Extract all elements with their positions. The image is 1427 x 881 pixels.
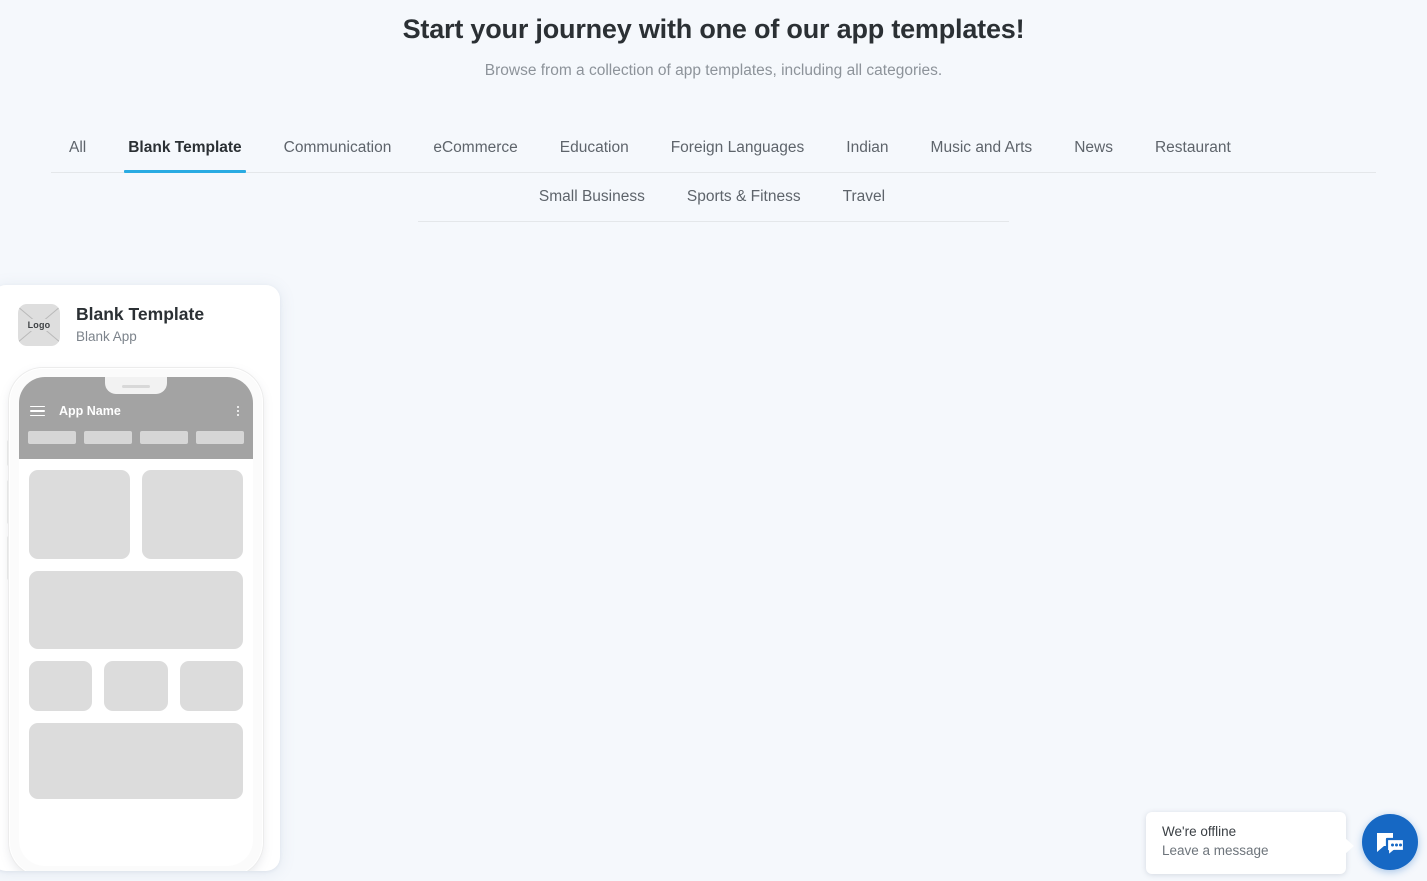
preview-block-row [29,661,243,711]
preview-app-name: App Name [59,404,121,418]
preview-tab-item [28,431,76,444]
tab-news[interactable]: News [1074,124,1113,172]
tab-travel[interactable]: Travel [843,173,886,221]
template-card-titles: Blank Template Blank App [76,303,204,346]
phone-notch [105,377,167,394]
preview-app-bar: App Name [19,377,253,459]
chat-launcher-button[interactable] [1362,814,1418,870]
tab-indian[interactable]: Indian [846,124,888,172]
preview-tab-item [84,431,132,444]
preview-placeholder-block [142,470,243,559]
chat-prompt-text: Leave a message [1162,843,1269,858]
category-tabs-row-1: All Blank Template Communication eCommer… [51,124,1376,173]
template-card-area: Logo Blank Template Blank App App Name [0,285,280,871]
preview-placeholder-block [179,661,243,711]
preview-placeholder-block [29,571,243,649]
preview-placeholder-block [29,723,243,799]
tab-small-business[interactable]: Small Business [539,173,645,221]
page-header: Start your journey with one of our app t… [0,0,1427,82]
tab-music-and-arts[interactable]: Music and Arts [931,124,1033,172]
kebab-menu-icon [237,406,239,416]
tab-all[interactable]: All [69,124,86,172]
chat-bubbles-icon [1377,833,1406,858]
template-card-header: Logo Blank Template Blank App [0,303,280,346]
tab-blank-template[interactable]: Blank Template [124,124,247,173]
tab-ecommerce[interactable]: eCommerce [433,124,517,172]
logo-placeholder-icon: Logo [18,303,60,346]
tab-foreign-languages[interactable]: Foreign Languages [671,124,805,172]
phone-speaker [122,384,150,388]
preview-tab-item [196,431,244,444]
preview-placeholder-block [29,470,130,559]
preview-content [19,459,253,799]
tab-sports-and-fitness[interactable]: Sports & Fitness [687,173,801,221]
template-card-blank-template[interactable]: Logo Blank Template Blank App App Name [0,285,280,871]
tab-restaurant[interactable]: Restaurant [1155,124,1231,172]
category-tabs-row-2: Small Business Sports & Fitness Travel [418,173,1009,222]
preview-placeholder-block [29,661,93,711]
template-card-subtitle: Blank App [76,329,137,344]
preview-block-row [29,470,243,559]
tab-communication[interactable]: Communication [284,124,392,172]
chat-offline-bubble[interactable]: We're offline Leave a message [1146,812,1354,874]
phone-frame: App Name [9,368,263,871]
hamburger-icon [30,405,45,417]
logo-placeholder-label: Logo [25,318,53,331]
tab-education[interactable]: Education [560,124,629,172]
chat-status-text: We're offline [1162,824,1237,839]
page-title: Start your journey with one of our app t… [402,14,1025,44]
category-tabs: All Blank Template Communication eCommer… [0,124,1427,222]
preview-placeholder-block [104,661,168,711]
preview-tab-item [140,431,188,444]
phone-screen: App Name [19,377,253,866]
phone-preview: App Name [7,368,263,871]
page-subtitle: Browse from a collection of app template… [484,62,943,79]
template-card-title: Blank Template [76,304,205,324]
preview-tab-strip [19,419,253,444]
